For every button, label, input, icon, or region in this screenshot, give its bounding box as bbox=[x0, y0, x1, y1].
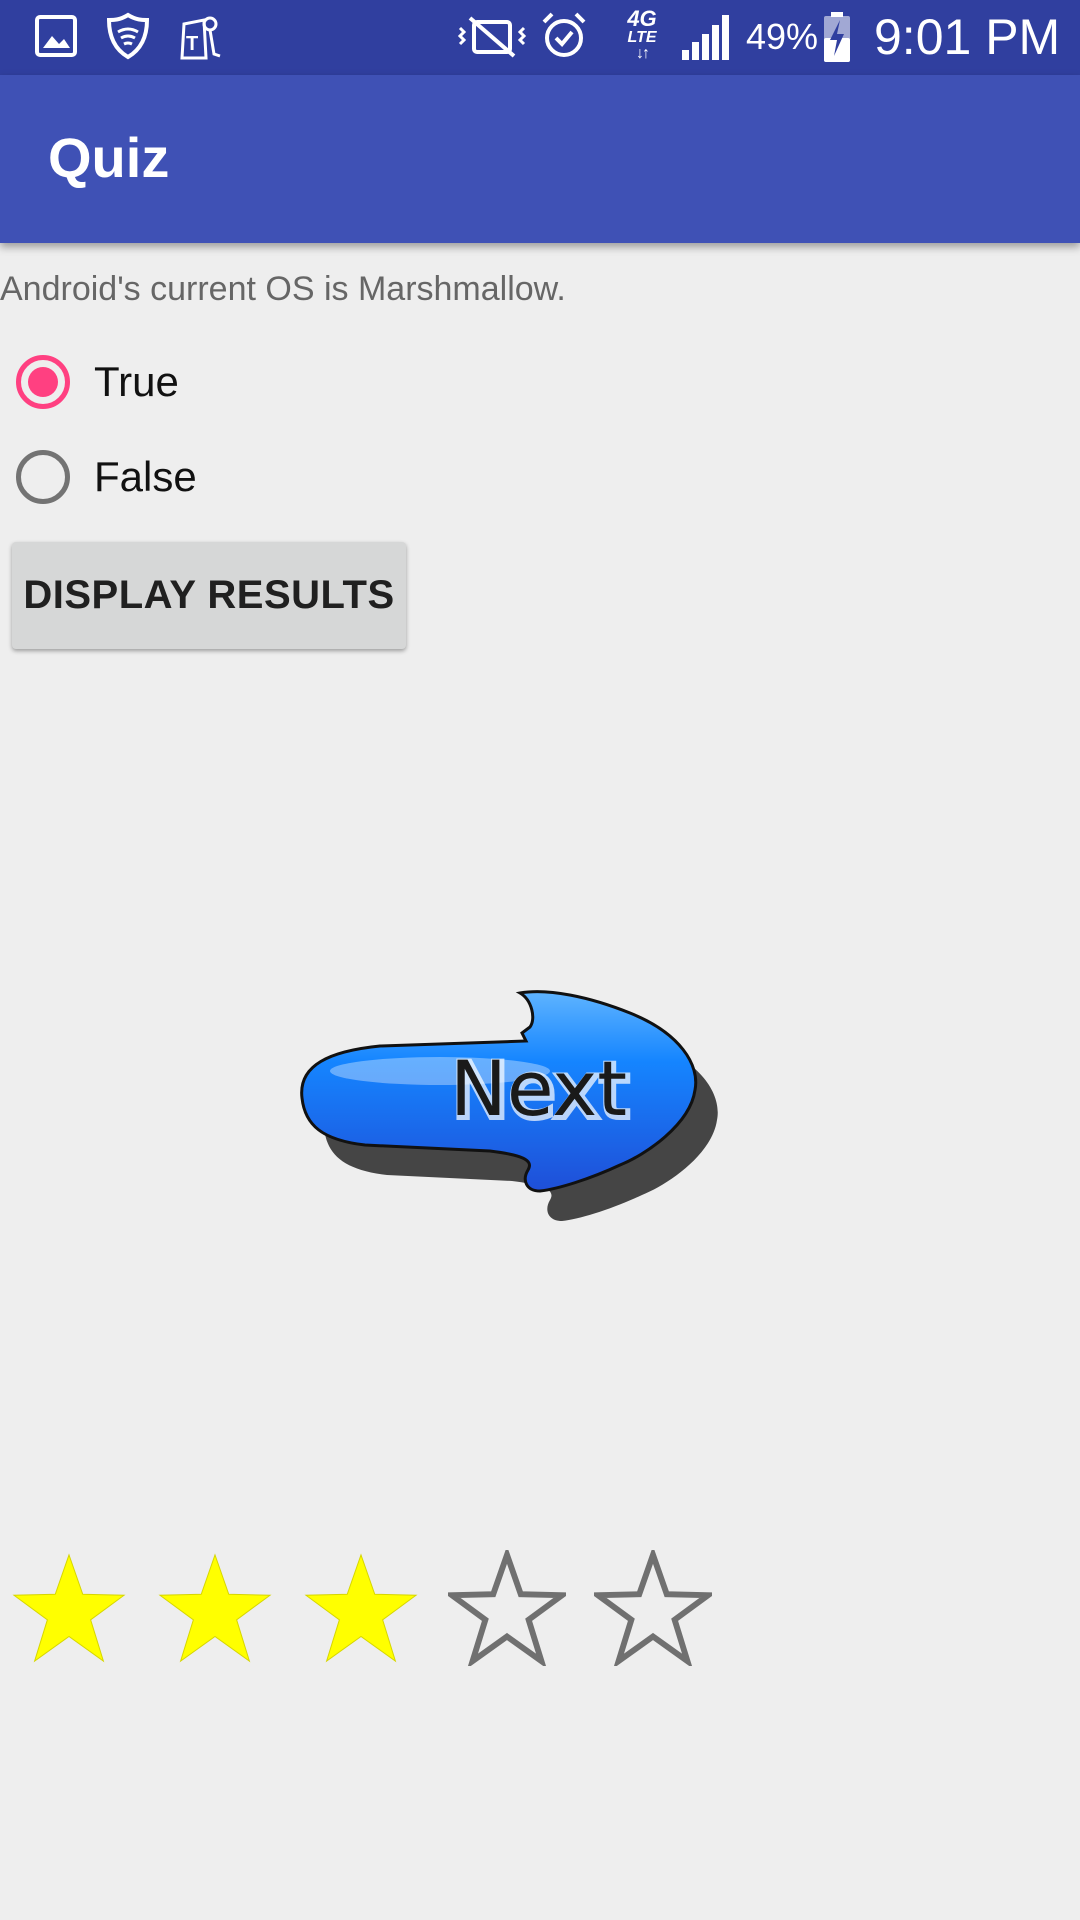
star-icon-5[interactable] bbox=[594, 1550, 712, 1666]
star-icon-3[interactable] bbox=[302, 1550, 420, 1666]
alarm-icon bbox=[542, 12, 586, 57]
gallery-icon bbox=[35, 15, 77, 57]
radio-true-indicator[interactable] bbox=[16, 355, 70, 409]
lookout-shield-icon bbox=[106, 12, 150, 60]
star-icon-2[interactable] bbox=[156, 1550, 274, 1666]
next-arrow-button[interactable]: Next Next bbox=[290, 955, 810, 1280]
question-text: Android's current OS is Marshmallow. bbox=[0, 270, 566, 308]
option-true-label: True bbox=[94, 358, 179, 405]
display-results-button[interactable]: DISPLAY RESULTS bbox=[12, 542, 406, 649]
star-icon-1[interactable] bbox=[10, 1550, 128, 1666]
battery-charging-icon bbox=[824, 12, 850, 62]
rating-bar[interactable] bbox=[10, 1550, 712, 1666]
network-type-label: 4G bbox=[627, 6, 657, 31]
battery-percent: 49% bbox=[746, 16, 819, 57]
option-false-label: False bbox=[94, 453, 197, 500]
network-sub-label: LTE bbox=[627, 29, 657, 46]
star-icon-4[interactable] bbox=[448, 1550, 566, 1666]
next-label: Next bbox=[450, 1044, 627, 1133]
tmobile-icon: T bbox=[180, 16, 221, 60]
option-false[interactable]: False bbox=[16, 442, 197, 512]
radio-false-indicator[interactable] bbox=[16, 450, 70, 504]
option-true[interactable]: True bbox=[16, 347, 179, 417]
status-time: 9:01 PM bbox=[874, 9, 1061, 65]
app-title: Quiz bbox=[48, 126, 170, 189]
app-bar: Quiz bbox=[0, 75, 1080, 243]
status-bar: T 4G LTE ↓↑ 49% 9:01 PM bbox=[0, 0, 1080, 75]
signal-icon bbox=[682, 15, 729, 60]
mute-vibrate-icon bbox=[457, 16, 527, 58]
svg-text:T: T bbox=[186, 33, 198, 55]
4g-lte-icon: 4G LTE ↓↑ bbox=[622, 8, 662, 62]
